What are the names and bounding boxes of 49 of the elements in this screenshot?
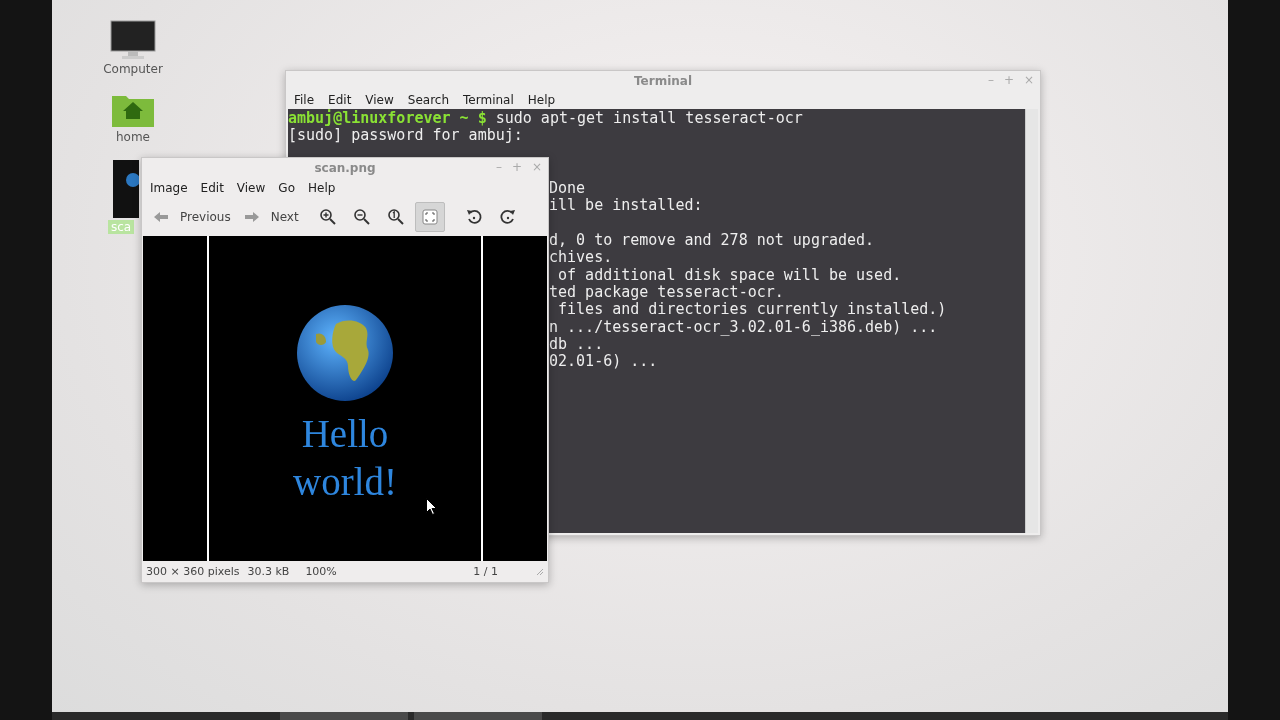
terminal-output: Done	[549, 178, 586, 197]
previous-button[interactable]: Previous	[148, 210, 237, 224]
fit-to-window-icon	[420, 208, 439, 226]
window-title: Terminal	[634, 74, 692, 88]
scrollbar[interactable]	[1025, 109, 1038, 533]
menu-item[interactable]: Edit	[200, 181, 224, 195]
terminal-output: 02.01-6) ...	[549, 352, 658, 371]
terminal-output: d, 0 to remove and 278 not upgraded.	[549, 230, 875, 249]
mouse-cursor-icon	[426, 498, 437, 515]
terminal-output: db ...	[549, 335, 604, 354]
menu-item[interactable]: Help	[307, 181, 336, 195]
menu-item[interactable]: Image	[150, 181, 188, 195]
desktop-icon-label[interactable]: Computer	[100, 62, 166, 76]
file-size: 30.3 kB	[247, 565, 290, 578]
zoom-in-icon	[318, 208, 337, 226]
page-counter: 1 / 1	[473, 565, 498, 578]
menu-item[interactable]: View	[365, 93, 394, 107]
menu-item[interactable]: File	[294, 93, 315, 107]
zoom-original-icon	[386, 208, 405, 226]
menu-item[interactable]: Help	[527, 93, 556, 107]
menu-item[interactable]: Terminal	[463, 93, 514, 107]
terminal-output: ted package tesseract-ocr.	[549, 282, 784, 301]
shell-prompt: ambuj@linuxforever ~ $	[288, 109, 487, 127]
window-title: scan.png	[314, 161, 376, 175]
monitor-icon[interactable]	[110, 20, 156, 60]
menu-item[interactable]: Search	[407, 93, 450, 107]
image-thumbnail-icon[interactable]	[113, 160, 139, 218]
zoom-level: 100%	[305, 565, 337, 578]
terminal-output: [sudo] password for ambuj:	[288, 126, 523, 145]
terminal-output: ill be installed:	[549, 195, 703, 214]
terminal-output: n .../tesseract-ocr_3.02.01-6_i386.deb) ...	[549, 317, 938, 336]
menu-item[interactable]: View	[236, 181, 266, 195]
terminal-command: sudo apt-get install tesseract-ocr	[495, 109, 803, 127]
rotate-left-icon	[464, 208, 483, 226]
right-arrow-icon	[244, 212, 259, 222]
desktop-icon-label[interactable]: home	[113, 130, 153, 144]
next-button[interactable]: Next	[238, 210, 305, 224]
menu-item[interactable]: Edit	[328, 93, 352, 107]
zoom-out-icon	[352, 208, 371, 226]
menu-item[interactable]: Go	[278, 181, 295, 195]
left-arrow-icon	[154, 212, 168, 222]
terminal-output: files and directories currently installed.)	[557, 300, 947, 319]
resize-grip-icon[interactable]	[536, 567, 544, 576]
terminal-output: of additional disk space will be used.	[557, 265, 902, 284]
image-text: Hello	[301, 411, 389, 457]
rotate-right-icon	[498, 208, 517, 226]
terminal-output: chives.	[549, 248, 613, 267]
image-dimensions: 300 × 360 pixels	[146, 565, 240, 578]
image-text: world!	[293, 459, 397, 505]
